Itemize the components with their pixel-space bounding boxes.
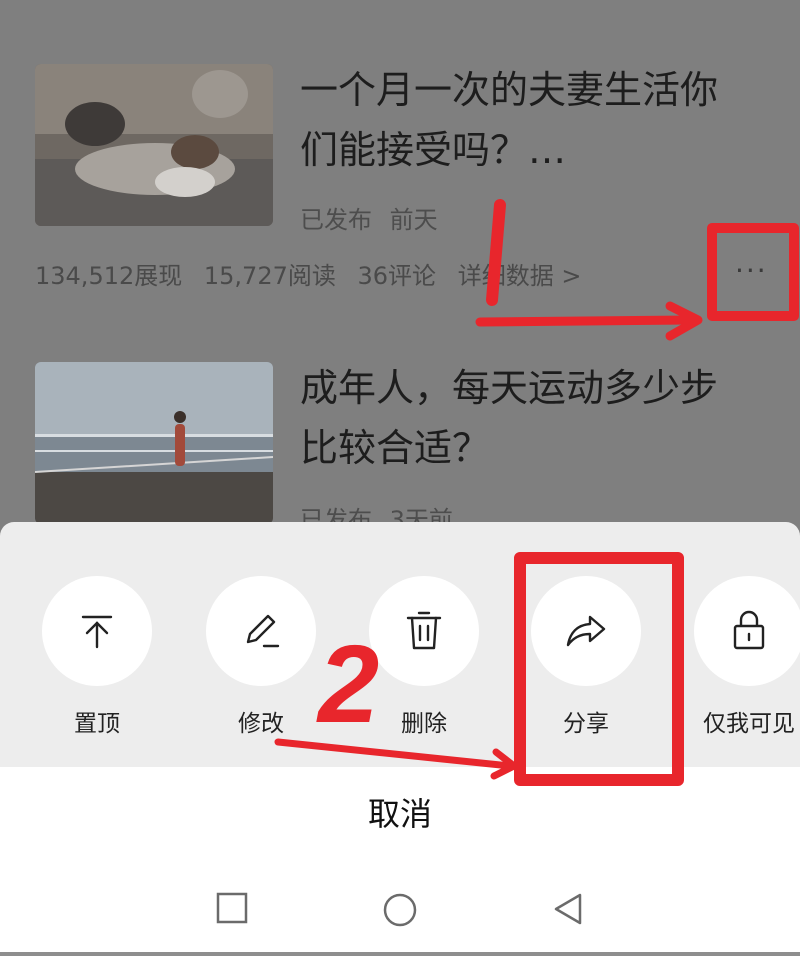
details-link[interactable]: 详细数据 > — [458, 262, 582, 290]
cancel-button[interactable]: 取消 — [0, 789, 800, 835]
article-thumbnail[interactable] — [35, 64, 273, 226]
pin-top-action[interactable]: 置顶 — [42, 576, 152, 738]
delete-action[interactable]: 删除 — [369, 576, 479, 738]
lock-icon[interactable] — [694, 576, 800, 686]
status-label: 已发布 — [300, 206, 372, 234]
trash-icon[interactable] — [369, 576, 479, 686]
action-label: 修改 — [238, 711, 284, 737]
pin-top-icon[interactable] — [42, 576, 152, 686]
share-arrow-icon[interactable] — [531, 576, 641, 686]
pencil-icon[interactable] — [206, 576, 316, 686]
triangle-back-icon[interactable] — [552, 892, 584, 930]
private-action[interactable]: 仅我可见 — [694, 576, 800, 738]
share-action[interactable]: 分享 — [531, 576, 641, 738]
edit-action[interactable]: 修改 — [206, 576, 316, 738]
time-label: 前天 — [389, 206, 438, 234]
more-options-button[interactable]: ··· — [735, 254, 768, 287]
reads-count: 15,727阅读 — [203, 262, 336, 290]
action-sheet: 置顶 修改 删除 分享 仅我可见 — [0, 522, 800, 767]
article-stats: 134,512展现 15,727阅读 36评论 详细数据 > — [35, 256, 595, 291]
comments-count: 36评论 — [357, 262, 437, 290]
action-label: 置顶 — [74, 711, 120, 737]
article-title[interactable]: 成年人，每天运动多少步 比较合适？ — [300, 358, 770, 478]
action-label: 删除 — [401, 711, 447, 737]
article-thumbnail[interactable] — [35, 362, 273, 524]
impressions-count: 134,512展现 — [35, 262, 183, 290]
circle-home-icon[interactable] — [382, 892, 418, 932]
article-title[interactable]: 一个月一次的夫妻生活你 们能接受吗？… — [300, 60, 770, 180]
article-meta: 已发布 前天 — [300, 200, 438, 235]
system-navigation-bar — [0, 860, 800, 952]
square-recents-icon[interactable] — [216, 892, 248, 928]
action-label: 仅我可见 — [703, 711, 795, 737]
article-feed: 一个月一次的夫妻生活你 们能接受吗？… 已发布 前天 134,512展现 15,… — [0, 0, 800, 560]
action-label: 分享 — [563, 711, 609, 737]
